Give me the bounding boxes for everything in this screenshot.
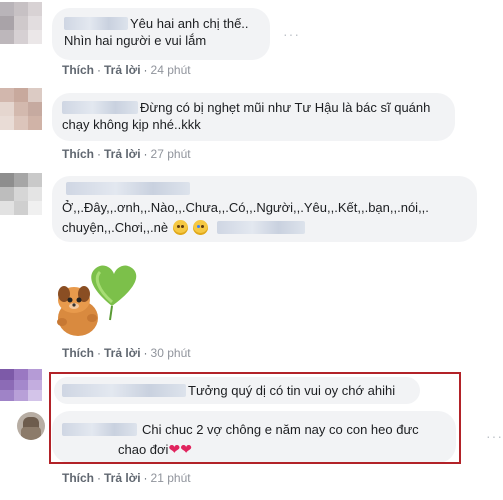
more-options-icon[interactable]: ··· [283, 26, 300, 42]
commenter-avatar[interactable] [0, 173, 42, 215]
comment-text-line-wrap: chuyện,,.Chơi,,.nè [62, 219, 307, 236]
reply-link[interactable]: Trả lời [104, 147, 141, 161]
crying-emoji-icon [193, 220, 209, 235]
commenter-avatar[interactable] [17, 412, 45, 440]
separator-dot: · [143, 471, 148, 485]
grinning-emoji-icon [172, 220, 188, 235]
puppy-with-heart-sticker-icon [52, 258, 142, 338]
commenter-name[interactable] [66, 182, 190, 195]
comment-text-line: Ở,,.Đây,,.ơnh,,.Nào,,.Chưa,,.Có,,.Người,… [62, 200, 429, 215]
like-link[interactable]: Thích [62, 63, 94, 77]
separator-dot: · [97, 346, 101, 360]
separator-dot: · [143, 147, 148, 161]
commenter-name[interactable] [62, 101, 138, 114]
separator-dot: · [143, 63, 148, 77]
more-options-icon[interactable]: ··· [486, 428, 503, 444]
commenter-avatar[interactable] [0, 2, 42, 44]
like-link[interactable]: Thích [62, 147, 94, 161]
separator-dot: · [97, 471, 101, 485]
comment-actions: Thích · Trả lời · 21 phút [62, 471, 191, 485]
mentioned-name[interactable] [216, 221, 305, 234]
comment-actions: Thích · Trả lời · 30 phút [62, 346, 191, 360]
like-link[interactable]: Thích [62, 346, 94, 360]
separator-dot: · [143, 346, 148, 360]
comment-timestamp[interactable]: 30 phút [151, 346, 191, 360]
comment-actions: Thích · Trả lời · 24 phút [62, 63, 191, 77]
comment-timestamp[interactable]: 21 phút [151, 471, 191, 485]
comment-actions: Thích · Trả lời · 27 phút [62, 147, 191, 161]
comment-text-line: chuyện,,.Chơi,,.nè [62, 220, 169, 235]
comment-bubble: Ở,,.Đây,,.ơnh,,.Nào,,.Chưa,,.Có,,.Người,… [52, 176, 477, 242]
reply-link[interactable]: Trả lời [104, 471, 141, 485]
commenter-avatar[interactable] [0, 88, 42, 130]
separator-dot: · [97, 63, 101, 77]
separator-dot: · [97, 147, 101, 161]
comment-timestamp[interactable]: 27 phút [151, 147, 191, 161]
like-link[interactable]: Thích [62, 471, 94, 485]
commenter-avatar[interactable] [0, 369, 42, 401]
reply-link[interactable]: Trả lời [104, 63, 141, 77]
reply-link[interactable]: Trả lời [104, 346, 141, 360]
comment-bubble: Yêu hai anh chị thế.. Nhìn hai người e v… [52, 8, 270, 60]
comment-bubble: Đừng có bị nghẹt mũi như Tư Hậu là bác s… [52, 93, 455, 141]
commenter-name[interactable] [64, 17, 128, 30]
comment-timestamp[interactable]: 24 phút [151, 63, 191, 77]
highlight-box [49, 372, 461, 464]
